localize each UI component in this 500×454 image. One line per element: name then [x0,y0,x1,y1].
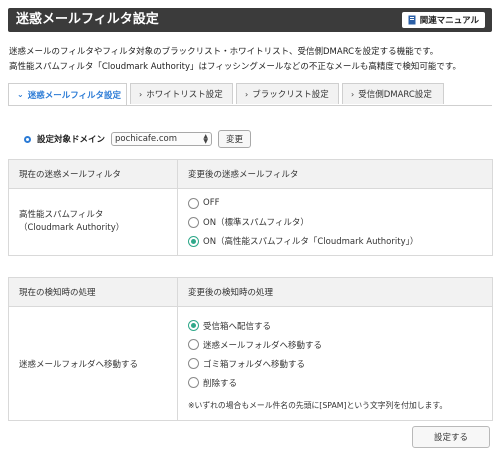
domain-select-value: pochicafe.com [115,134,177,144]
domain-selector-row: 設定対象ドメイン pochicafe.com ▲ ▼ 変更 [24,130,252,148]
radio-button[interactable] [188,339,199,350]
action-new-header: 変更後の検知時の処理 [177,277,493,307]
action-option-inbox[interactable]: 受信箱へ配信する [188,316,482,335]
option-label: OFF [203,198,220,208]
filter-option-cloudmark[interactable]: ON（高性能スパムフィルタ「Cloudmark Authority」） [188,232,482,251]
tab-dmarc-settings[interactable]: › 受信側DMARC設定 [342,83,444,104]
description-line-1: 迷惑メールのフィルタやフィルタ対象のブラックリスト・ホワイトリスト、受信側DMA… [9,47,439,57]
domain-select[interactable]: pochicafe.com ▲ ▼ [111,132,213,146]
related-manual-button[interactable]: 関連マニュアル [401,12,485,28]
page-header: 迷惑メールフィルタ設定 関連マニュアル [8,8,492,32]
action-option-delete[interactable]: 削除する [188,373,482,392]
action-table: 現在の検知時の処理 変更後の検知時の処理 迷惑メールフォルダへ移動する 受信箱へ… [8,277,493,421]
action-current-header: 現在の検知時の処理 [8,277,178,307]
related-manual-label: 関連マニュアル [419,16,479,26]
radio-button-selected[interactable] [188,320,199,331]
change-domain-button[interactable]: 変更 [218,130,252,148]
radio-button[interactable] [188,216,199,228]
action-options: 受信箱へ配信する 迷惑メールフォルダへ移動する ゴミ箱フォルダへ移動する 削除す… [177,306,493,421]
filter-option-off[interactable]: OFF [188,194,482,213]
option-label: 受信箱へ配信する [203,321,272,332]
action-option-spam-folder[interactable]: 迷惑メールフォルダへ移動する [188,335,482,354]
filter-current-header: 現在の迷惑メールフィルタ [8,159,178,189]
radio-button[interactable] [188,358,199,369]
description: 迷惑メールのフィルタやフィルタ対象のブラックリスト・ホワイトリスト、受信側DMA… [9,45,493,75]
tab-label: 受信側DMARC設定 [358,90,432,100]
chevron-down-icon: ⌄ [17,90,24,99]
tab-whitelist-settings[interactable]: › ホワイトリスト設定 [130,83,233,104]
page-title: 迷惑メールフィルタ設定 [16,12,159,27]
filter-current-line-1: 高性能スパムフィルタ [19,210,104,220]
radio-button-selected[interactable] [188,235,199,247]
tab-label: 迷惑メールフィルタ設定 [27,90,122,101]
action-current-value: 迷惑メールフォルダへ移動する [8,306,178,421]
chevron-right-icon: › [139,89,143,99]
filter-current-value: 高性能スパムフィルタ （Cloudmark Authority） [8,188,178,256]
filter-current-line-2: （Cloudmark Authority） [19,223,125,233]
tab-label: ホワイトリスト設定 [146,90,223,100]
filter-option-standard[interactable]: ON（標準スパムフィルタ） [188,213,482,232]
option-label: ゴミ箱フォルダへ移動する [203,359,306,370]
circle-bullet-icon [24,135,31,143]
tab-blacklist-settings[interactable]: › ブラックリスト設定 [236,83,339,104]
radio-button[interactable] [188,197,199,209]
description-line-2: 高性能スパムフィルタ「Cloudmark Authority」はフィッシングメー… [9,62,462,72]
book-icon [408,15,416,25]
select-arrows-icon: ▲ ▼ [203,133,209,145]
domain-label: 設定対象ドメイン [37,135,106,145]
radio-button[interactable] [188,377,199,388]
tab-spam-filter-settings[interactable]: ⌄ 迷惑メールフィルタ設定 [8,83,127,105]
filter-new-header: 変更後の迷惑メールフィルタ [177,159,493,189]
action-option-trash[interactable]: ゴミ箱フォルダへ移動する [188,354,482,373]
option-label: 削除する [203,378,238,389]
tab-bar: ⌄ 迷惑メールフィルタ設定 › ホワイトリスト設定 › ブラックリスト設定 › … [8,83,492,106]
option-label: ON（標準スパムフィルタ） [203,218,309,228]
chevron-right-icon: › [351,89,355,99]
spam-subject-note: ※いずれの場合もメール件名の先頭に[SPAM]という文字列を付加します。 [188,401,448,410]
submit-button[interactable]: 設定する [412,426,490,448]
filter-options: OFF ON（標準スパムフィルタ） ON（高性能スパムフィルタ「Cloudmar… [177,188,493,256]
option-label: 迷惑メールフォルダへ移動する [203,340,323,351]
chevron-right-icon: › [245,89,249,99]
option-label: ON（高性能スパムフィルタ「Cloudmark Authority」） [203,237,419,247]
filter-table: 現在の迷惑メールフィルタ 変更後の迷惑メールフィルタ 高性能スパムフィルタ （C… [8,159,493,256]
tab-label: ブラックリスト設定 [252,90,329,100]
